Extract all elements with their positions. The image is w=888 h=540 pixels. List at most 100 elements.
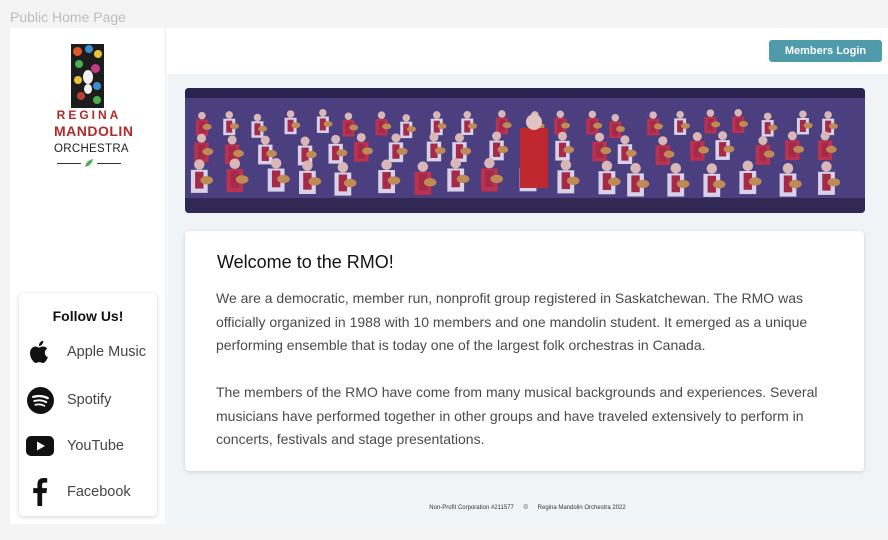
- apple-icon: [25, 337, 55, 367]
- footer-organization: Regina Mandolin Orchestra 2022: [537, 505, 626, 511]
- mandolin-shape: [828, 123, 838, 130]
- musician-head: [417, 161, 429, 172]
- musician-head: [198, 111, 206, 120]
- youtube-link[interactable]: YouTube: [25, 429, 155, 463]
- logo-art: [71, 44, 104, 108]
- youtube-icon: [25, 431, 55, 461]
- mandolin-shape: [235, 175, 249, 184]
- mandolin-shape: [277, 174, 290, 184]
- mandolin-shape: [230, 123, 240, 130]
- logo-line-2: MANDOLIN: [54, 123, 134, 139]
- mandolin-shape: [561, 122, 571, 129]
- mandolin-shape: [600, 146, 612, 155]
- musician-head: [197, 133, 207, 143]
- musician-head: [227, 135, 237, 145]
- mandolin-shape: [396, 147, 408, 155]
- mandolin-shape: [490, 174, 504, 184]
- mandolin-shape: [563, 146, 575, 154]
- musician-head: [402, 114, 410, 122]
- mandolin-shape: [460, 147, 472, 155]
- mandolin-shape: [423, 178, 437, 187]
- spotify-link[interactable]: Spotify: [25, 383, 155, 417]
- musician-head: [356, 132, 366, 142]
- musician-head: [253, 113, 262, 122]
- mandolin-shape: [336, 149, 348, 157]
- mandolin-shape: [763, 150, 775, 158]
- apple-music-link[interactable]: Apple Music: [25, 335, 155, 369]
- facebook-icon: [25, 477, 55, 507]
- mandolin-shape: [437, 123, 447, 130]
- mandolin-shape: [803, 122, 813, 129]
- musician-head: [820, 131, 830, 141]
- mandolin-shape: [349, 124, 359, 131]
- musician-head: [229, 158, 241, 169]
- members-login-button[interactable]: Members Login: [769, 40, 882, 62]
- musician-head: [763, 112, 772, 121]
- musician-head: [433, 111, 441, 119]
- mandolin-shape: [748, 177, 762, 186]
- mandolin-shape: [200, 176, 213, 185]
- musician-head: [560, 159, 572, 171]
- musician-head: [821, 161, 832, 172]
- facebook-link[interactable]: Facebook: [25, 475, 155, 509]
- mandolin-shape: [636, 179, 650, 189]
- mandolin-shape: [434, 147, 446, 155]
- copyright-icon: ©: [523, 505, 528, 511]
- conductor-figure: [520, 128, 548, 188]
- musician-head: [556, 110, 565, 118]
- spotify-icon: [25, 385, 55, 415]
- musician-head: [450, 157, 461, 169]
- logo-line-1: REGINA: [56, 108, 122, 122]
- musician-head: [734, 109, 742, 117]
- musician-head: [337, 162, 349, 173]
- mandolin-shape: [387, 176, 401, 185]
- logo-line-3: ORCHESTRA: [54, 143, 129, 155]
- page-label: Public Home Page: [10, 9, 126, 25]
- musician-head: [300, 136, 310, 146]
- mandolin-shape: [258, 125, 268, 132]
- mandolin-shape: [738, 121, 748, 128]
- mandolin-shape: [607, 177, 621, 186]
- mandolin-shape: [202, 123, 212, 130]
- musician-head: [742, 160, 754, 171]
- app-frame: REGINA MANDOLIN ORCHESTRA Follow Us! App…: [10, 28, 888, 524]
- musician-head: [381, 159, 392, 171]
- top-bar: Members Login: [167, 28, 888, 74]
- mandolin-shape: [343, 178, 357, 188]
- mandolin-shape: [676, 179, 690, 189]
- logo-rule-right: [97, 163, 121, 164]
- musician-head: [595, 132, 605, 142]
- musician-head: [649, 111, 657, 119]
- mandolin-shape: [456, 174, 470, 184]
- musician-head: [601, 160, 613, 172]
- musician-head: [286, 110, 295, 118]
- welcome-title: Welcome to the RMO!: [217, 252, 394, 272]
- mandolin-shape: [266, 149, 278, 158]
- musician-head: [492, 131, 502, 141]
- musician-head: [377, 111, 386, 119]
- facebook-label: Facebook: [67, 484, 131, 500]
- follow-us-panel: Follow Us! Apple Music Spotify YouTube F…: [19, 293, 157, 516]
- welcome-card: Welcome to the RMO! We are a democratic,…: [185, 231, 864, 471]
- musician-head: [391, 133, 401, 143]
- mandolin-shape: [202, 148, 214, 156]
- mandolin-shape: [711, 121, 721, 128]
- mandolin-shape: [362, 147, 373, 155]
- mandolin-shape: [497, 145, 509, 154]
- mandolin-shape: [698, 146, 710, 154]
- musician-head: [429, 132, 439, 142]
- mandolin-shape: [593, 122, 603, 129]
- musician-head: [706, 163, 718, 174]
- mandolin-shape: [768, 124, 778, 131]
- main-content: Welcome to the RMO! We are a democratic,…: [167, 74, 888, 524]
- musician-head: [824, 111, 832, 119]
- mandolin-shape: [382, 123, 392, 130]
- musician-head: [588, 110, 597, 119]
- musician-head: [799, 110, 807, 118]
- musician-head: [706, 109, 715, 117]
- mandolin-shape: [723, 145, 735, 153]
- musician-head: [344, 112, 353, 121]
- musician-head: [787, 131, 797, 141]
- logo[interactable]: REGINA MANDOLIN ORCHESTRA: [54, 44, 134, 174]
- spotify-label: Spotify: [67, 392, 112, 408]
